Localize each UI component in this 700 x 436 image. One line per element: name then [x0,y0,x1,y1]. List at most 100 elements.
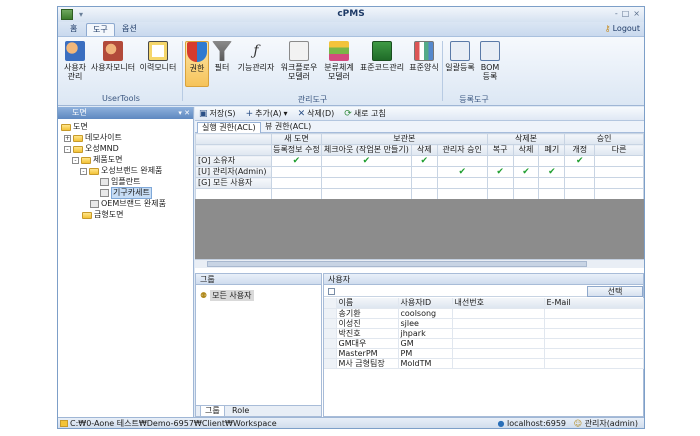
collapse-toggle-icon[interactable]: - [72,156,79,164]
column-header[interactable]: 폐기 [538,144,566,156]
workspace-path: C:₩0-Aone 테스트₩Demo-6957₩Client₩Workspace [70,419,277,428]
user-monitor-button[interactable]: 사용자모니터 [90,41,136,87]
form-icon [414,41,434,61]
tree-node[interactable]: OEM브랜드 완제품 [90,199,166,209]
filter-button[interactable]: 필터 [211,41,233,87]
acl-cell[interactable]: ✔ [486,166,514,178]
acl-cell[interactable]: ✔ [564,155,596,167]
acl-row[interactable]: [U] 관리자(Admin) ✔ ✔ ✔ ✔ [195,166,644,178]
column-header-email[interactable]: E-Mail [544,298,644,309]
bulk-register-button[interactable]: 일괄등록 [444,41,476,87]
tab-view-acl[interactable]: 뷰 권한(ACL) [261,122,315,133]
tree-node[interactable]: + 데모사이트 [64,133,122,143]
horizontal-scrollbar[interactable] [195,259,644,268]
acl-cell[interactable] [594,177,644,189]
tab-role[interactable]: Role [228,406,253,416]
row-gutter [324,348,337,359]
column-header[interactable]: 체크아웃 (작업본 만들기) [320,144,412,156]
tab-tools[interactable]: 도구 [86,23,115,36]
acl-cell[interactable] [410,166,438,178]
tab-groups[interactable]: 그룹 [200,406,225,417]
column-header-name[interactable]: 이름 [336,298,399,309]
collapse-toggle-icon[interactable]: - [80,167,87,175]
select-button[interactable]: 선택 [587,286,643,297]
column-header[interactable]: 삭제 [512,144,540,156]
tree-node[interactable]: - 오성브랜드 완제품 [80,166,162,176]
classification-modeler-button[interactable]: 분류체계 모델러 [321,41,357,87]
select-all-checkbox[interactable] [328,288,335,295]
acl-cell[interactable] [320,166,412,178]
acl-cell[interactable] [594,166,644,178]
close-icon[interactable]: × [633,9,640,18]
user-row[interactable]: MasterPM PM [324,348,644,359]
server-host: ● localhost:6959 [497,419,567,428]
user-row[interactable]: GM대우 GM [324,338,644,349]
delete-button[interactable]: ✕ 삭제(D) [298,108,335,119]
acl-cell[interactable] [564,177,596,189]
column-header[interactable]: 등록정보 수정 [270,144,322,156]
acl-cell[interactable] [270,177,322,189]
save-button[interactable]: ▣ 저장(S) [199,108,236,119]
column-header-extension[interactable]: 내선번호 [452,298,545,309]
tree-node[interactable]: 금형도면 [82,210,123,220]
column-header-userid[interactable]: 사용자ID [398,298,453,309]
tab-exec-acl[interactable]: 실행 권한(ACL) [197,122,261,133]
user-row[interactable]: 박진호 jhpark [324,328,644,339]
expand-toggle-icon[interactable]: + [64,134,71,142]
standard-code-button[interactable]: 표준코드관리 [358,41,406,87]
group-item-all-users[interactable]: ⚉ 모든 사용자 [200,290,254,301]
column-header[interactable]: 다른 [594,144,644,156]
tree-node[interactable]: - 제품도면 [72,155,122,165]
acl-cell[interactable] [410,177,438,189]
acl-cell[interactable] [564,166,596,178]
acl-cell[interactable] [270,166,322,178]
column-header[interactable]: 관리자 승인 [436,144,488,156]
acl-cell[interactable]: ✔ [410,155,438,167]
standard-form-button[interactable]: 표준양식 [408,41,440,87]
scrollbar-thumb[interactable] [207,261,587,267]
bom-register-button[interactable]: BOM 등록 [478,41,502,87]
acl-cell[interactable] [538,155,566,167]
acl-cell[interactable] [436,155,488,167]
user-management-button[interactable]: 사용자 관리 [62,41,88,87]
function-manager-button[interactable]: ƒ 기능관리자 [235,41,277,87]
acl-cell[interactable] [436,177,488,189]
user-row[interactable]: 이성진 sjlee [324,318,644,329]
acl-cell[interactable] [320,177,412,189]
tree-node-selected[interactable]: 기구카세트 [100,187,152,199]
acl-cell[interactable]: ✔ [270,155,322,167]
acl-cell[interactable]: ✔ [538,166,566,178]
add-button[interactable]: + 추가(A) ▾ [246,108,288,119]
user-row[interactable]: M사 금형팀장 MoldTM [324,358,644,369]
maximize-icon[interactable]: □ [622,9,630,18]
tree-node[interactable]: 임플란트 [100,177,140,187]
acl-cell[interactable] [594,155,644,167]
acl-cell[interactable]: ✔ [320,155,412,167]
tree-node[interactable]: 도면 [61,122,88,132]
pin-icon[interactable]: ▾ ✕ [178,107,190,119]
column-header[interactable]: 복구 [486,144,514,156]
acl-cell[interactable] [486,155,514,167]
workflow-modeler-button[interactable]: 워크플로우 모델러 [279,41,319,87]
acl-row[interactable]: [O] 소유자 ✔ ✔ ✔ ✔ [195,155,644,167]
acl-cell[interactable] [538,177,566,189]
acl-cell[interactable] [512,155,540,167]
tab-options[interactable]: 옵션 [116,23,143,36]
minimize-icon[interactable]: - [615,9,618,18]
refresh-button[interactable]: ⟳ 새로 고침 [344,108,386,119]
history-monitor-button[interactable]: 이력모니터 [138,41,178,87]
tree-node[interactable]: - 오성MND [64,144,119,154]
acl-cell[interactable]: ✔ [436,166,488,178]
permission-button[interactable]: 권한 [185,41,209,87]
acl-cell[interactable]: ✔ [512,166,540,178]
logout-button[interactable]: ⚷ Logout [605,24,640,33]
acl-cell[interactable] [512,177,540,189]
tab-home[interactable]: 홈 [64,23,83,36]
column-header[interactable]: 개정 [564,144,596,156]
user-row[interactable]: 송기환 coolsong [324,308,644,319]
acl-cell[interactable] [486,177,514,189]
collapse-toggle-icon[interactable]: - [64,145,71,153]
group-label-usertools: UserTools [102,94,140,103]
acl-row[interactable]: [G] 모든 사용자 [195,177,644,189]
column-header[interactable]: 삭제 [410,144,438,156]
